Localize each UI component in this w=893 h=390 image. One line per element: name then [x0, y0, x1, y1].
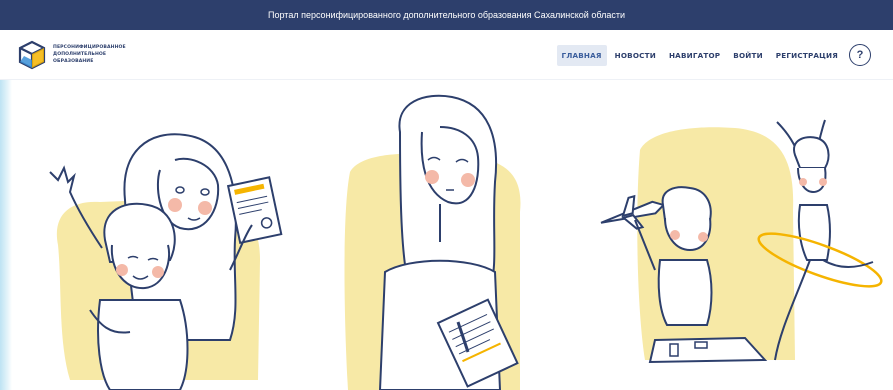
top-banner: Портал персонифицированного дополнительн…: [0, 0, 893, 30]
mother-child-illustration: [49, 133, 283, 390]
nav-menu: ГЛАВНАЯ НОВОСТИ НАВИГАТОР ВОЙТИ РЕГИСТРА…: [554, 42, 871, 68]
nav-item-home[interactable]: ГЛАВНАЯ: [556, 44, 607, 66]
nav-item-register[interactable]: РЕГИСТРАЦИЯ: [771, 45, 843, 66]
nav-item-news[interactable]: НОВОСТИ: [610, 45, 661, 66]
portal-title: Портал персонифицированного дополнительн…: [268, 10, 625, 20]
site-logo[interactable]: ПЕРСОНИФИЦИРОВАННОЕ ДОПОЛНИТЕЛЬНОЕ ОБРАЗ…: [18, 39, 126, 71]
nav-item-login[interactable]: ВОЙТИ: [728, 45, 768, 66]
help-button[interactable]: ?: [849, 44, 871, 66]
logo-text: ПЕРСОНИФИЦИРОВАННОЕ ДОПОЛНИТЕЛЬНОЕ ОБРАЗ…: [53, 45, 126, 65]
logo-line-2: ДОПОЛНИТЕЛЬНОЕ: [53, 52, 107, 57]
left-decorative-accent: [0, 80, 12, 390]
main-navbar: ПЕРСОНИФИЦИРОВАННОЕ ДОПОЛНИТЕЛЬНОЕ ОБРАЗ…: [0, 30, 893, 80]
logo-line-3: ОБРАЗОВАНИЕ: [53, 59, 94, 64]
woman-writing-illustration: [344, 94, 521, 390]
kids-activities-illustration: [600, 119, 883, 364]
nav-item-navigator[interactable]: НАВИГАТОР: [664, 45, 725, 66]
logo-line-1: ПЕРСОНИФИЦИРОВАННОЕ: [53, 45, 126, 50]
cube-logo-icon: [18, 40, 46, 70]
